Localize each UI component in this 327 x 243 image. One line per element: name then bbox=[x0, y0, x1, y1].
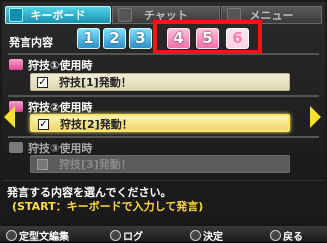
footer-log-label: ログ bbox=[123, 232, 143, 243]
chat-icon bbox=[118, 8, 132, 22]
speech-icon bbox=[9, 142, 23, 153]
left-arrow-icon[interactable] bbox=[4, 106, 15, 128]
page-button-3[interactable]: 3 bbox=[129, 28, 152, 49]
divider bbox=[8, 53, 319, 55]
checkbox-icon[interactable]: ✓ bbox=[37, 77, 48, 88]
footer-log-button[interactable]: ログ bbox=[110, 228, 143, 243]
checkbox-icon[interactable]: ✓ bbox=[38, 119, 49, 130]
y-button-icon bbox=[6, 230, 17, 241]
a-button-icon bbox=[190, 230, 201, 241]
item-text-2: 狩技[2]発動！ bbox=[60, 118, 133, 131]
item-field-2[interactable]: ✓ 狩技[2]発動！ bbox=[30, 114, 290, 132]
divider bbox=[8, 136, 319, 138]
checkbox-icon[interactable] bbox=[37, 159, 48, 170]
footer-template-button[interactable]: 定型文編集 bbox=[6, 228, 69, 243]
page-button-1[interactable]: 1 bbox=[77, 28, 100, 49]
item-title-2: 狩技②使用時 bbox=[28, 101, 93, 114]
tab-keyboard-label: キーボード bbox=[30, 9, 86, 22]
item-text-3: 狩技[3]発動！ bbox=[59, 158, 132, 171]
keyboard-icon bbox=[9, 8, 23, 22]
right-arrow-icon[interactable] bbox=[310, 106, 321, 128]
item-title-3: 狩技③使用時 bbox=[28, 142, 93, 155]
item-field-3[interactable]: 狩技[3]発動！ bbox=[30, 155, 290, 173]
highlight-outline bbox=[153, 20, 262, 54]
hint-text: (START：キーボードで入力して発言) bbox=[12, 200, 204, 213]
footer-template-label: 定型文編集 bbox=[19, 232, 69, 243]
footer-back-label: 戻る bbox=[283, 232, 303, 243]
page-button-2[interactable]: 2 bbox=[103, 28, 126, 49]
x-button-icon bbox=[110, 230, 121, 241]
speech-icon bbox=[9, 59, 23, 70]
b-button-icon bbox=[270, 230, 281, 241]
divider bbox=[8, 95, 319, 97]
item-field-1[interactable]: ✓ 狩技[1]発動！ bbox=[30, 73, 290, 91]
footer-confirm-button[interactable]: 決定 bbox=[190, 228, 223, 243]
footer-confirm-label: 決定 bbox=[203, 232, 223, 243]
speech-content-label: 発言内容 bbox=[9, 36, 53, 49]
item-text-1: 狩技[1]発動！ bbox=[59, 76, 132, 89]
footer-back-button[interactable]: 戻る bbox=[270, 228, 303, 243]
item-title-1: 狩技①使用時 bbox=[28, 59, 93, 72]
